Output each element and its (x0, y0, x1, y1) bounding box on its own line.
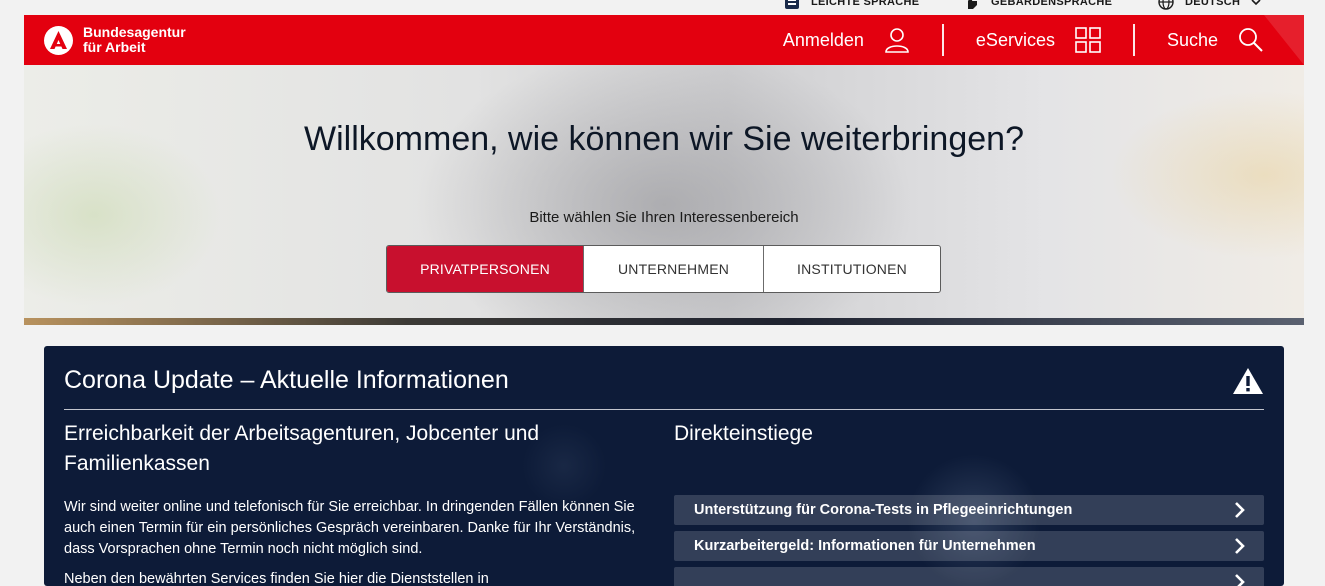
link-kurzarbeitergeld[interactable]: Kurzarbeitergeld: Informationen für Unte… (674, 531, 1264, 561)
header-decoration (1264, 15, 1304, 65)
tab-institutionen[interactable]: INSTITUTIONEN (763, 246, 940, 292)
hero-subtitle: Bitte wählen Sie Ihren Interessenbereich (529, 209, 799, 226)
eservices-label: eServices (975, 29, 1055, 50)
grid-icon (1075, 27, 1101, 53)
direct-links-heading: Direkteinstiege (674, 422, 813, 445)
availability-heading: Erreichbarkeit der Arbeitsagenturen, Job… (64, 422, 540, 475)
link-label: Kurzarbeitergeld: Informationen für Unte… (694, 538, 1036, 554)
warning-icon (1233, 368, 1263, 394)
language-selector[interactable]: DEUTSCH (1157, 0, 1262, 11)
availability-text-continued: Neben den bewährten Services finden Sie … (64, 571, 489, 586)
ba-logo-icon (44, 25, 73, 55)
login-button[interactable]: Anmelden (751, 24, 910, 56)
link-third[interactable] (674, 567, 1264, 586)
chevron-right-icon (1235, 502, 1245, 518)
link-corona-tests[interactable]: Unterstützung für Corona-Tests in Pflege… (674, 495, 1264, 525)
availability-column: Erreichbarkeit der Arbeitsagenturen, Job… (64, 419, 654, 586)
sign-language-icon (968, 0, 977, 9)
search-label: Suche (1166, 29, 1218, 50)
utility-bar: LEICHTE SPRACHE GEBÄRDENSPRACHE DEUTSCH (0, 0, 1325, 13)
easy-language-link[interactable]: LEICHTE SPRACHE (783, 0, 919, 11)
tab-privatpersonen[interactable]: PRIVATPERSONEN (387, 246, 583, 292)
easy-language-icon (785, 0, 799, 9)
chevron-down-icon (1251, 0, 1261, 6)
globe-icon (1158, 0, 1174, 10)
audience-tabs: PRIVATPERSONEN UNTERNEHMEN INSTITUTIONEN (386, 245, 941, 293)
search-icon (1239, 28, 1263, 52)
login-label: Anmelden (782, 29, 864, 50)
availability-text: Wir sind weiter online und telefonisch f… (64, 499, 636, 557)
logo-line-2: für Arbeit (83, 39, 146, 55)
corona-divider (64, 409, 1264, 410)
main-nav: Anmelden eServices Suche (751, 15, 1264, 65)
corona-title: Corona Update – Aktuelle Informationen (64, 366, 509, 394)
eservices-button[interactable]: eServices (944, 24, 1101, 56)
sign-language-link[interactable]: GEBÄRDENSPRACHE (963, 0, 1112, 11)
corona-panel: Corona Update – Aktuelle Informationen E… (44, 346, 1284, 586)
language-label: DEUTSCH (1185, 0, 1241, 8)
hero-bottom-bar (24, 318, 1304, 325)
ba-logo[interactable]: Bundesagentur für Arbeit (44, 25, 186, 55)
easy-language-label: LEICHTE SPRACHE (811, 0, 920, 8)
hero-section: Willkommen, wie können wir Sie weiterbri… (24, 65, 1304, 325)
chevron-right-icon (1235, 538, 1245, 554)
ba-logo-text: Bundesagentur für Arbeit (83, 25, 186, 55)
sign-language-label: GEBÄRDENSPRACHE (991, 0, 1113, 8)
link-label: Unterstützung für Corona-Tests in Pflege… (694, 502, 1073, 518)
tab-unternehmen[interactable]: UNTERNEHMEN (583, 246, 763, 292)
direct-links-list: Unterstützung für Corona-Tests in Pflege… (674, 495, 1264, 586)
site-header: Bundesagentur für Arbeit Anmelden eServi… (24, 15, 1304, 65)
user-icon (885, 28, 909, 53)
search-button[interactable]: Suche (1135, 24, 1264, 56)
logo-line-1: Bundesagentur (83, 24, 186, 40)
direct-links-column: Direkteinstiege Unterstützung für Corona… (674, 419, 1264, 586)
hero-title: Willkommen, wie können wir Sie weiterbri… (304, 120, 1024, 158)
